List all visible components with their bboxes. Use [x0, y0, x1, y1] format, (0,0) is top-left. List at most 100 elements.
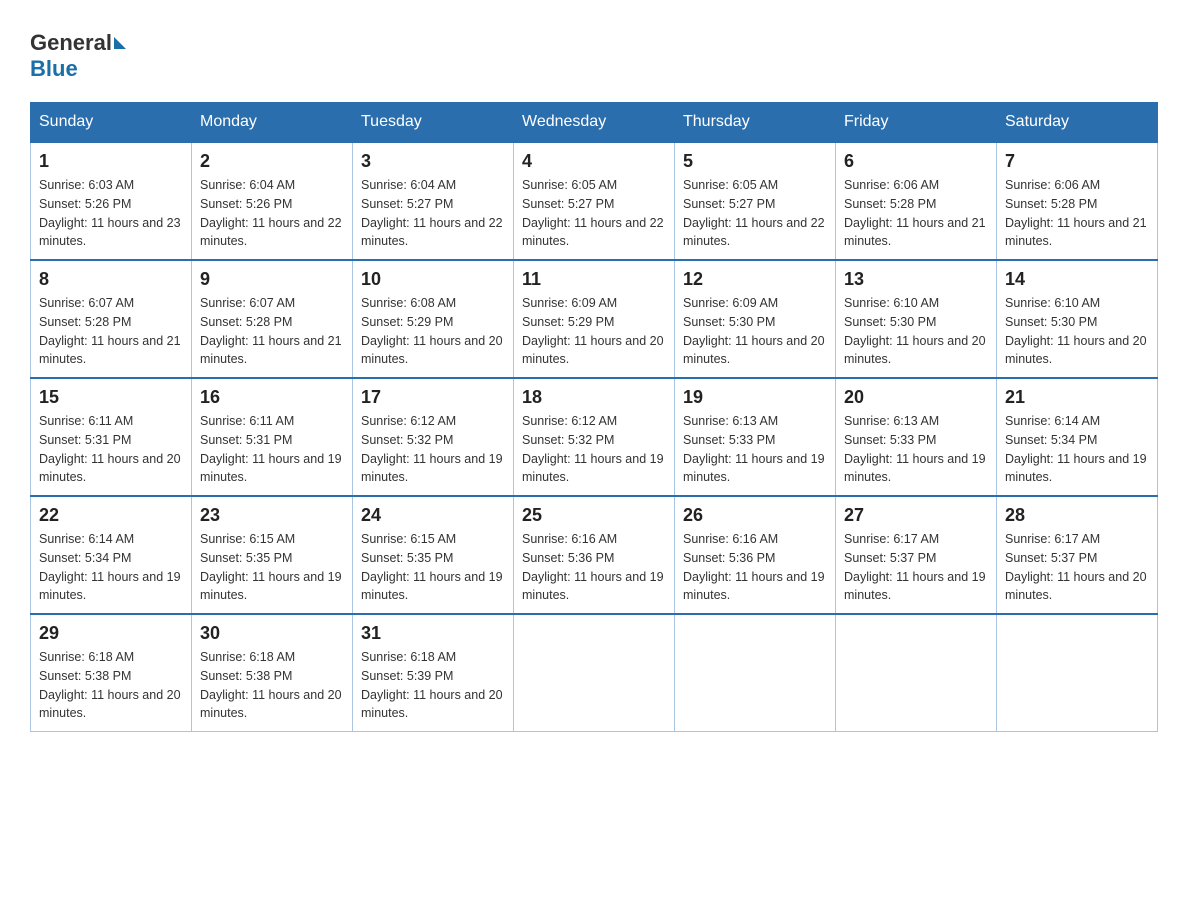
day-number: 6 — [844, 151, 988, 172]
table-row: 2 Sunrise: 6:04 AMSunset: 5:26 PMDayligh… — [192, 142, 353, 260]
day-number: 14 — [1005, 269, 1149, 290]
day-number: 8 — [39, 269, 183, 290]
logo-blue-text: Blue — [30, 56, 78, 81]
table-row: 17 Sunrise: 6:12 AMSunset: 5:32 PMDaylig… — [353, 378, 514, 496]
table-row — [514, 614, 675, 732]
day-number: 15 — [39, 387, 183, 408]
day-info: Sunrise: 6:13 AMSunset: 5:33 PMDaylight:… — [844, 412, 988, 487]
header-thursday: Thursday — [675, 103, 836, 143]
day-number: 31 — [361, 623, 505, 644]
header-wednesday: Wednesday — [514, 103, 675, 143]
logo-arrow-icon — [114, 37, 126, 49]
logo-general-text: General — [30, 30, 112, 56]
day-number: 17 — [361, 387, 505, 408]
day-number: 11 — [522, 269, 666, 290]
day-number: 12 — [683, 269, 827, 290]
day-number: 10 — [361, 269, 505, 290]
table-row: 10 Sunrise: 6:08 AMSunset: 5:29 PMDaylig… — [353, 260, 514, 378]
day-info: Sunrise: 6:18 AMSunset: 5:39 PMDaylight:… — [361, 648, 505, 723]
table-row: 14 Sunrise: 6:10 AMSunset: 5:30 PMDaylig… — [997, 260, 1158, 378]
day-info: Sunrise: 6:15 AMSunset: 5:35 PMDaylight:… — [200, 530, 344, 605]
day-info: Sunrise: 6:06 AMSunset: 5:28 PMDaylight:… — [844, 176, 988, 251]
day-info: Sunrise: 6:12 AMSunset: 5:32 PMDaylight:… — [522, 412, 666, 487]
day-number: 30 — [200, 623, 344, 644]
table-row: 25 Sunrise: 6:16 AMSunset: 5:36 PMDaylig… — [514, 496, 675, 614]
page-header: General Blue — [30, 30, 1158, 82]
table-row: 9 Sunrise: 6:07 AMSunset: 5:28 PMDayligh… — [192, 260, 353, 378]
table-row: 11 Sunrise: 6:09 AMSunset: 5:29 PMDaylig… — [514, 260, 675, 378]
table-row: 7 Sunrise: 6:06 AMSunset: 5:28 PMDayligh… — [997, 142, 1158, 260]
day-info: Sunrise: 6:18 AMSunset: 5:38 PMDaylight:… — [39, 648, 183, 723]
calendar-week-row: 15 Sunrise: 6:11 AMSunset: 5:31 PMDaylig… — [31, 378, 1158, 496]
table-row: 6 Sunrise: 6:06 AMSunset: 5:28 PMDayligh… — [836, 142, 997, 260]
table-row: 20 Sunrise: 6:13 AMSunset: 5:33 PMDaylig… — [836, 378, 997, 496]
table-row: 8 Sunrise: 6:07 AMSunset: 5:28 PMDayligh… — [31, 260, 192, 378]
header-tuesday: Tuesday — [353, 103, 514, 143]
table-row: 31 Sunrise: 6:18 AMSunset: 5:39 PMDaylig… — [353, 614, 514, 732]
day-info: Sunrise: 6:05 AMSunset: 5:27 PMDaylight:… — [522, 176, 666, 251]
day-info: Sunrise: 6:12 AMSunset: 5:32 PMDaylight:… — [361, 412, 505, 487]
day-number: 1 — [39, 151, 183, 172]
table-row — [836, 614, 997, 732]
day-info: Sunrise: 6:03 AMSunset: 5:26 PMDaylight:… — [39, 176, 183, 251]
header-saturday: Saturday — [997, 103, 1158, 143]
day-number: 3 — [361, 151, 505, 172]
day-info: Sunrise: 6:16 AMSunset: 5:36 PMDaylight:… — [683, 530, 827, 605]
table-row: 21 Sunrise: 6:14 AMSunset: 5:34 PMDaylig… — [997, 378, 1158, 496]
day-number: 19 — [683, 387, 827, 408]
day-info: Sunrise: 6:09 AMSunset: 5:29 PMDaylight:… — [522, 294, 666, 369]
day-info: Sunrise: 6:17 AMSunset: 5:37 PMDaylight:… — [844, 530, 988, 605]
day-number: 16 — [200, 387, 344, 408]
table-row — [997, 614, 1158, 732]
day-number: 26 — [683, 505, 827, 526]
table-row: 22 Sunrise: 6:14 AMSunset: 5:34 PMDaylig… — [31, 496, 192, 614]
calendar-week-row: 8 Sunrise: 6:07 AMSunset: 5:28 PMDayligh… — [31, 260, 1158, 378]
day-number: 9 — [200, 269, 344, 290]
table-row: 28 Sunrise: 6:17 AMSunset: 5:37 PMDaylig… — [997, 496, 1158, 614]
day-info: Sunrise: 6:13 AMSunset: 5:33 PMDaylight:… — [683, 412, 827, 487]
table-row: 19 Sunrise: 6:13 AMSunset: 5:33 PMDaylig… — [675, 378, 836, 496]
day-info: Sunrise: 6:04 AMSunset: 5:26 PMDaylight:… — [200, 176, 344, 251]
day-info: Sunrise: 6:14 AMSunset: 5:34 PMDaylight:… — [1005, 412, 1149, 487]
day-info: Sunrise: 6:07 AMSunset: 5:28 PMDaylight:… — [200, 294, 344, 369]
day-number: 22 — [39, 505, 183, 526]
day-info: Sunrise: 6:06 AMSunset: 5:28 PMDaylight:… — [1005, 176, 1149, 251]
day-info: Sunrise: 6:10 AMSunset: 5:30 PMDaylight:… — [844, 294, 988, 369]
table-row — [675, 614, 836, 732]
table-row: 26 Sunrise: 6:16 AMSunset: 5:36 PMDaylig… — [675, 496, 836, 614]
calendar-week-row: 22 Sunrise: 6:14 AMSunset: 5:34 PMDaylig… — [31, 496, 1158, 614]
calendar-week-row: 1 Sunrise: 6:03 AMSunset: 5:26 PMDayligh… — [31, 142, 1158, 260]
calendar-table: Sunday Monday Tuesday Wednesday Thursday… — [30, 102, 1158, 732]
table-row: 15 Sunrise: 6:11 AMSunset: 5:31 PMDaylig… — [31, 378, 192, 496]
day-number: 5 — [683, 151, 827, 172]
table-row: 13 Sunrise: 6:10 AMSunset: 5:30 PMDaylig… — [836, 260, 997, 378]
day-info: Sunrise: 6:09 AMSunset: 5:30 PMDaylight:… — [683, 294, 827, 369]
day-number: 20 — [844, 387, 988, 408]
day-info: Sunrise: 6:17 AMSunset: 5:37 PMDaylight:… — [1005, 530, 1149, 605]
table-row: 18 Sunrise: 6:12 AMSunset: 5:32 PMDaylig… — [514, 378, 675, 496]
day-number: 28 — [1005, 505, 1149, 526]
day-number: 13 — [844, 269, 988, 290]
table-row: 27 Sunrise: 6:17 AMSunset: 5:37 PMDaylig… — [836, 496, 997, 614]
day-number: 25 — [522, 505, 666, 526]
table-row: 30 Sunrise: 6:18 AMSunset: 5:38 PMDaylig… — [192, 614, 353, 732]
day-info: Sunrise: 6:11 AMSunset: 5:31 PMDaylight:… — [200, 412, 344, 487]
table-row: 4 Sunrise: 6:05 AMSunset: 5:27 PMDayligh… — [514, 142, 675, 260]
day-number: 7 — [1005, 151, 1149, 172]
day-info: Sunrise: 6:08 AMSunset: 5:29 PMDaylight:… — [361, 294, 505, 369]
day-info: Sunrise: 6:15 AMSunset: 5:35 PMDaylight:… — [361, 530, 505, 605]
calendar-week-row: 29 Sunrise: 6:18 AMSunset: 5:38 PMDaylig… — [31, 614, 1158, 732]
day-number: 23 — [200, 505, 344, 526]
day-info: Sunrise: 6:11 AMSunset: 5:31 PMDaylight:… — [39, 412, 183, 487]
header-monday: Monday — [192, 103, 353, 143]
table-row: 5 Sunrise: 6:05 AMSunset: 5:27 PMDayligh… — [675, 142, 836, 260]
day-info: Sunrise: 6:18 AMSunset: 5:38 PMDaylight:… — [200, 648, 344, 723]
day-number: 29 — [39, 623, 183, 644]
table-row: 3 Sunrise: 6:04 AMSunset: 5:27 PMDayligh… — [353, 142, 514, 260]
table-row: 29 Sunrise: 6:18 AMSunset: 5:38 PMDaylig… — [31, 614, 192, 732]
day-number: 24 — [361, 505, 505, 526]
table-row: 12 Sunrise: 6:09 AMSunset: 5:30 PMDaylig… — [675, 260, 836, 378]
day-number: 27 — [844, 505, 988, 526]
day-number: 2 — [200, 151, 344, 172]
day-info: Sunrise: 6:16 AMSunset: 5:36 PMDaylight:… — [522, 530, 666, 605]
